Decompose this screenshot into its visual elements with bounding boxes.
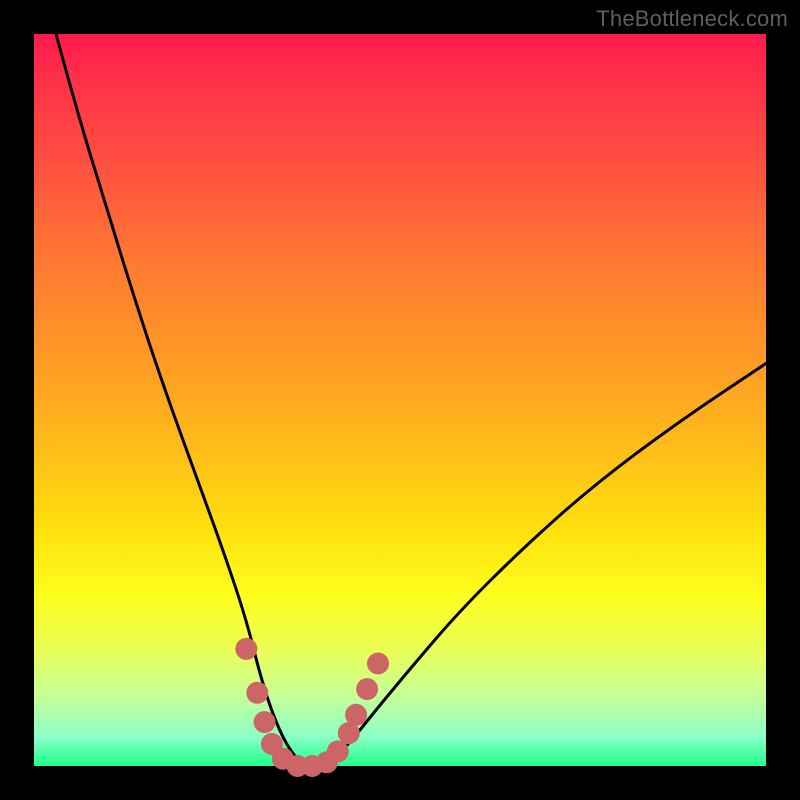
bottleneck-curve-svg: [34, 34, 766, 766]
trough-marker: [254, 711, 276, 733]
trough-markers: [235, 638, 389, 777]
trough-marker: [327, 740, 349, 762]
trough-marker: [246, 682, 268, 704]
chart-frame: TheBottleneck.com: [0, 0, 800, 800]
trough-marker: [235, 638, 257, 660]
watermark-label: TheBottleneck.com: [596, 6, 788, 32]
bottleneck-curve: [56, 34, 766, 766]
trough-marker: [367, 653, 389, 675]
trough-marker: [356, 678, 378, 700]
trough-marker: [345, 704, 367, 726]
plot-area: [34, 34, 766, 766]
